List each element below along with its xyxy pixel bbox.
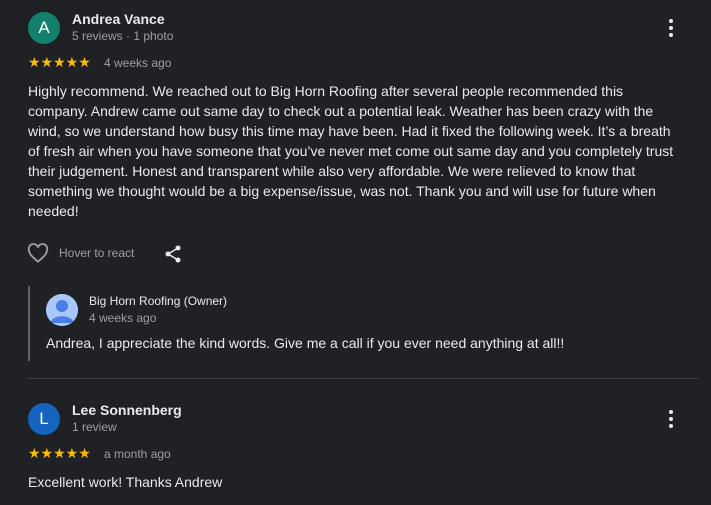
owner-name: Big Horn Roofing (Owner) bbox=[89, 294, 228, 308]
share-button[interactable] bbox=[163, 244, 183, 269]
review-text: Excellent work! Thanks Andrew bbox=[28, 474, 223, 490]
person-avatar-icon bbox=[46, 294, 78, 326]
more-vert-icon bbox=[669, 410, 673, 414]
review-time: 4 weeks ago bbox=[104, 56, 172, 70]
owner-reply: Big Horn Roofing (Owner) 4 weeks ago And… bbox=[28, 286, 700, 361]
owner-reply-time: 4 weeks ago bbox=[89, 311, 157, 325]
owner-avatar[interactable] bbox=[46, 294, 78, 326]
avatar[interactable]: L bbox=[28, 403, 60, 435]
reviewer-name[interactable]: Andrea Vance bbox=[72, 11, 165, 27]
star-rating: ★★★★★ bbox=[28, 54, 91, 70]
review-time: a month ago bbox=[104, 447, 171, 461]
more-options-button[interactable] bbox=[659, 407, 683, 431]
share-icon bbox=[165, 245, 181, 263]
react-label: Hover to react bbox=[59, 246, 135, 260]
react-button[interactable]: Hover to react bbox=[27, 243, 134, 263]
star-rating: ★★★★★ bbox=[28, 445, 91, 461]
more-vert-icon bbox=[669, 19, 673, 23]
divider bbox=[28, 378, 699, 379]
owner-reply-text: Andrea, I appreciate the kind words. Giv… bbox=[46, 335, 565, 351]
reviewer-meta: 5 reviews · 1 photo bbox=[72, 29, 174, 43]
more-options-button[interactable] bbox=[659, 16, 683, 40]
reviewer-name[interactable]: Lee Sonnenberg bbox=[72, 402, 182, 418]
avatar[interactable]: A bbox=[28, 12, 60, 44]
reviewer-meta: 1 review bbox=[72, 420, 117, 434]
heart-outline-icon bbox=[27, 243, 49, 263]
review-text: Highly recommend. We reached out to Big … bbox=[28, 83, 674, 219]
